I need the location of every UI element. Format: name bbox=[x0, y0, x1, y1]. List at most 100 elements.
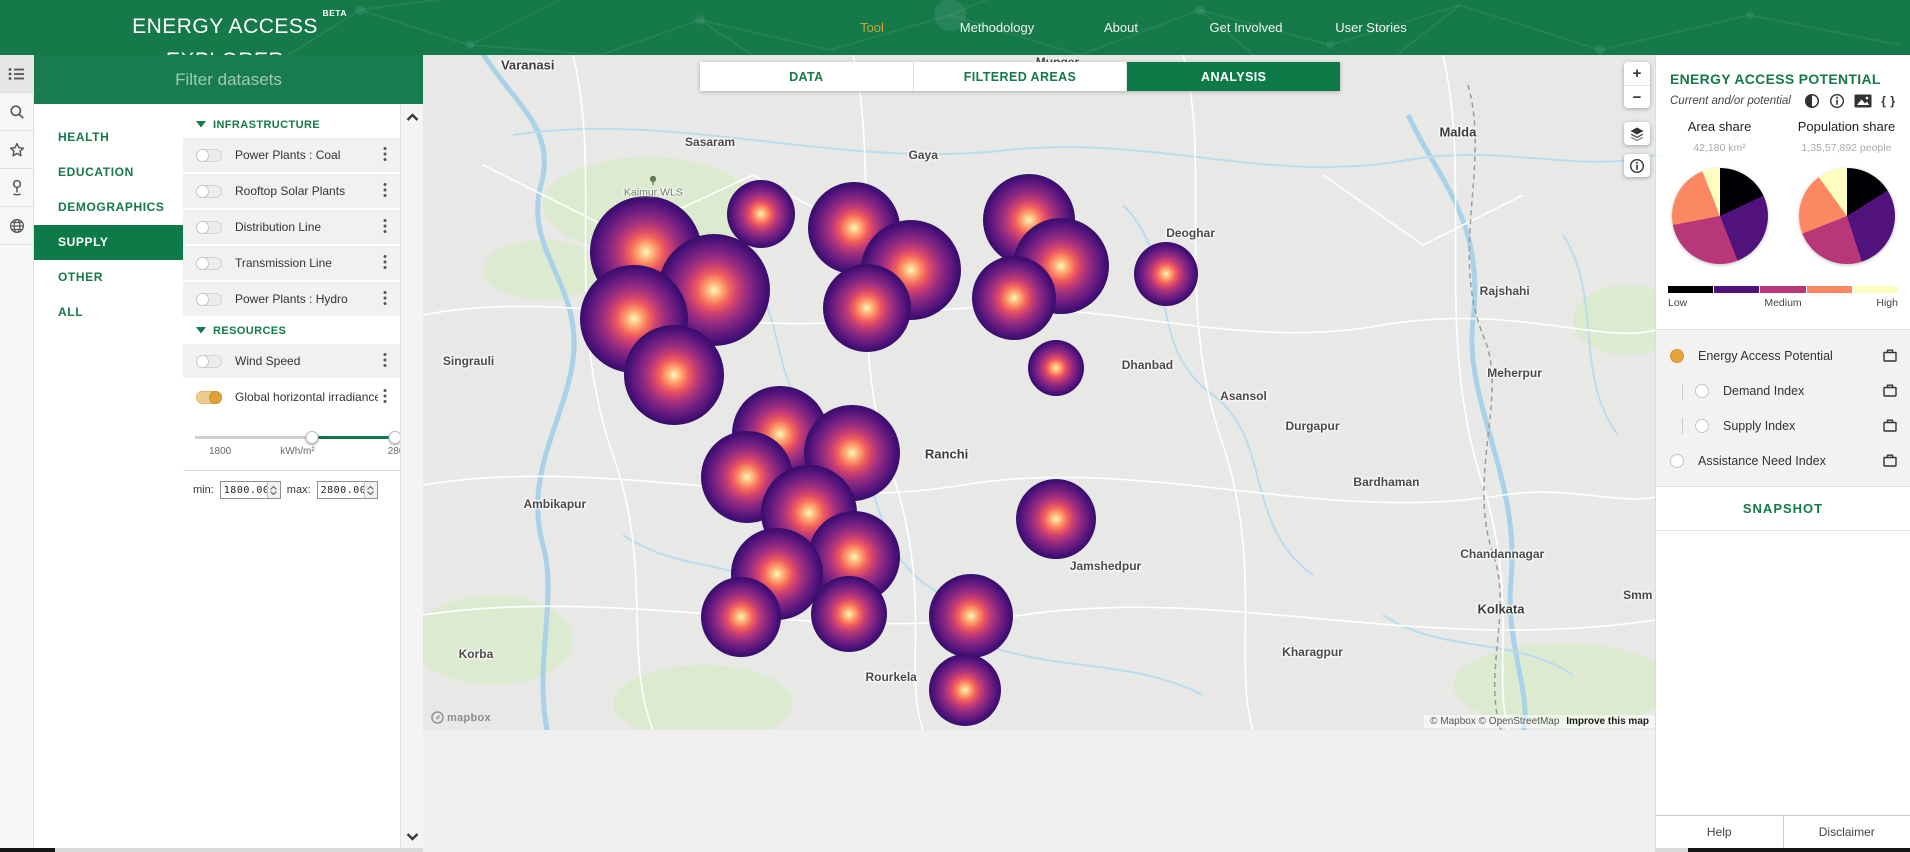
indent-bar bbox=[1682, 417, 1683, 434]
map-tab-bar: DATA FILTERED AREAS ANALYSIS bbox=[700, 62, 1341, 91]
filter-datasets-input[interactable]: Filter datasets bbox=[34, 55, 423, 104]
dataset-options-kebab-icon[interactable] bbox=[378, 182, 392, 201]
city-label-korba: Korba bbox=[459, 647, 494, 661]
nav-item-about[interactable]: About bbox=[1104, 0, 1138, 55]
zoom-out-button[interactable]: − bbox=[1624, 85, 1650, 108]
dataset-section-infrastructure[interactable]: INFRASTRUCTURE bbox=[183, 112, 400, 138]
heatmap-blob bbox=[726, 179, 795, 248]
dataset-options-kebab-icon[interactable] bbox=[378, 290, 392, 309]
rail-button-search-icon[interactable] bbox=[0, 93, 33, 131]
slider-labels: 1800 kWh/m² 2800 bbox=[195, 446, 400, 462]
index-label: Energy Access Potential bbox=[1698, 348, 1833, 363]
max-spinner[interactable] bbox=[363, 482, 377, 498]
index-radio-energy-access-potential[interactable] bbox=[1670, 348, 1684, 363]
min-spinner[interactable] bbox=[266, 482, 280, 498]
label-text: Rourkela bbox=[865, 669, 917, 684]
index-export-icon[interactable] bbox=[1882, 383, 1898, 398]
map-tab-data[interactable]: DATA bbox=[700, 62, 914, 91]
label-text: Meherpur bbox=[1487, 365, 1542, 380]
sidebar-category-education[interactable]: EDUCATION bbox=[34, 155, 183, 190]
info-icon[interactable] bbox=[1829, 93, 1845, 109]
dataset-label: Transmission Line bbox=[235, 256, 332, 270]
index-export-icon[interactable] bbox=[1882, 348, 1898, 363]
sidebar-category-all[interactable]: ALL bbox=[34, 295, 183, 330]
index-export-icon[interactable] bbox=[1882, 453, 1898, 468]
rail-button-dataset-list-icon[interactable] bbox=[0, 55, 33, 93]
heatmap-blob bbox=[972, 256, 1057, 340]
scale-label-medium: Medium bbox=[1764, 297, 1802, 309]
dataset-toggle-wind-speed[interactable] bbox=[196, 354, 222, 368]
city-label-meherpur: Meherpur bbox=[1487, 366, 1542, 380]
nav-item-user-stories[interactable]: User Stories bbox=[1335, 0, 1407, 55]
dataset-row-power-plants-hydro: Power Plants : Hydro bbox=[183, 282, 400, 316]
zoom-in-button[interactable]: + bbox=[1624, 62, 1650, 85]
contrast-icon[interactable] bbox=[1804, 93, 1820, 109]
rail-button-favorites-star-icon[interactable] bbox=[0, 131, 33, 169]
label-text: Kharagpur bbox=[1282, 644, 1343, 659]
sidebar-category-supply[interactable]: SUPPLY bbox=[34, 225, 183, 260]
share-column-population-share: Population share 1,35,57,892 people bbox=[1783, 119, 1910, 264]
scroll-up-icon[interactable] bbox=[401, 109, 423, 125]
city-label-chandannagar: Chandannagar bbox=[1460, 547, 1544, 561]
scale-segment bbox=[1852, 286, 1899, 293]
sidebar-category-demographics[interactable]: DEMOGRAPHICS bbox=[34, 190, 183, 225]
help-link[interactable]: Help bbox=[1656, 816, 1783, 848]
sidebar-category-other[interactable]: OTHER bbox=[34, 260, 183, 295]
map-tab-filtered-areas[interactable]: FILTERED AREAS bbox=[913, 62, 1128, 91]
mapbox-logo-text: mapbox bbox=[447, 711, 491, 724]
dataset-toggle-distribution-line[interactable] bbox=[196, 220, 222, 234]
min-value-input[interactable] bbox=[220, 482, 267, 498]
dataset-options-kebab-icon[interactable] bbox=[378, 352, 392, 371]
dataset-list: INFRASTRUCTURE Power Plants : Coal Rooftop… bbox=[183, 104, 400, 852]
page-background bbox=[423, 730, 1655, 852]
snapshot-button[interactable]: SNAPSHOT bbox=[1656, 487, 1910, 531]
app-logo[interactable]: ENERGY ACCESS EXPLORER BETA bbox=[95, 8, 355, 55]
max-value-input[interactable] bbox=[317, 482, 364, 498]
toggle-knob bbox=[196, 220, 209, 234]
heatmap-blob bbox=[1028, 339, 1085, 396]
layers-button[interactable] bbox=[1624, 122, 1650, 145]
sidebar-category-health[interactable]: HEALTH bbox=[34, 120, 183, 155]
panel-footer: Help Disclaimer bbox=[1656, 815, 1910, 848]
index-radio-demand-index[interactable] bbox=[1695, 383, 1709, 398]
map-tab-analysis[interactable]: ANALYSIS bbox=[1127, 62, 1341, 91]
dataset-options-kebab-icon[interactable] bbox=[378, 388, 392, 407]
scroll-down-icon[interactable] bbox=[401, 828, 423, 844]
map-info-button[interactable] bbox=[1624, 154, 1650, 177]
rail-button-location-pin-icon[interactable] bbox=[0, 169, 33, 207]
min-label: min: bbox=[193, 484, 214, 496]
nav-item-methodology[interactable]: Methodology bbox=[960, 0, 1034, 55]
bottom-strip-left bbox=[0, 848, 55, 852]
index-radio-supply-index[interactable] bbox=[1695, 418, 1709, 433]
nav-item-get-involved[interactable]: Get Involved bbox=[1210, 0, 1283, 55]
dataset-toggle-power-plants-hydro[interactable] bbox=[196, 292, 222, 306]
nav-item-tool[interactable]: Tool bbox=[860, 0, 884, 55]
dataset-scrollbar[interactable] bbox=[400, 104, 423, 852]
range-slider[interactable] bbox=[195, 428, 400, 446]
dataset-section-resources[interactable]: RESOURCES bbox=[183, 318, 400, 344]
code-braces-icon[interactable]: { } bbox=[1881, 94, 1896, 108]
index-export-icon[interactable] bbox=[1882, 418, 1898, 433]
dataset-toggle-rooftop-solar-plants[interactable] bbox=[196, 184, 222, 198]
slider-handle-min[interactable] bbox=[305, 431, 319, 444]
dataset-toggle-global-horizontal-irradiance[interactable] bbox=[196, 390, 222, 404]
dataset-options-kebab-icon[interactable] bbox=[378, 218, 392, 237]
rail-button-globe-icon[interactable] bbox=[0, 207, 33, 245]
map-canvas[interactable]: VaranasiMungerSasaramKaimur WLSGayaMalda… bbox=[423, 55, 1655, 730]
slider-handle-max[interactable] bbox=[388, 431, 400, 444]
caret-down-icon bbox=[196, 325, 213, 337]
city-label-malda: Malda bbox=[1439, 124, 1476, 139]
dataset-toggle-transmission-line[interactable] bbox=[196, 256, 222, 270]
disclaimer-link[interactable]: Disclaimer bbox=[1782, 816, 1910, 848]
improve-map-link[interactable]: Improve this map bbox=[1566, 716, 1649, 727]
dataset-toggle-power-plants-coal[interactable] bbox=[196, 148, 222, 162]
index-radio-assistance-need-index[interactable] bbox=[1670, 453, 1684, 468]
dataset-row-wind-speed: Wind Speed bbox=[183, 344, 400, 378]
slider-track bbox=[195, 436, 396, 439]
image-export-icon[interactable] bbox=[1854, 94, 1872, 108]
dataset-options-kebab-icon[interactable] bbox=[378, 254, 392, 273]
park-label-kaimur-wls: Kaimur WLS bbox=[624, 176, 683, 199]
mapbox-logo[interactable]: mapbox bbox=[431, 711, 491, 724]
app-header: ENERGY ACCESS EXPLORER BETA Tool Methodol… bbox=[0, 0, 1910, 55]
dataset-options-kebab-icon[interactable] bbox=[378, 146, 392, 165]
